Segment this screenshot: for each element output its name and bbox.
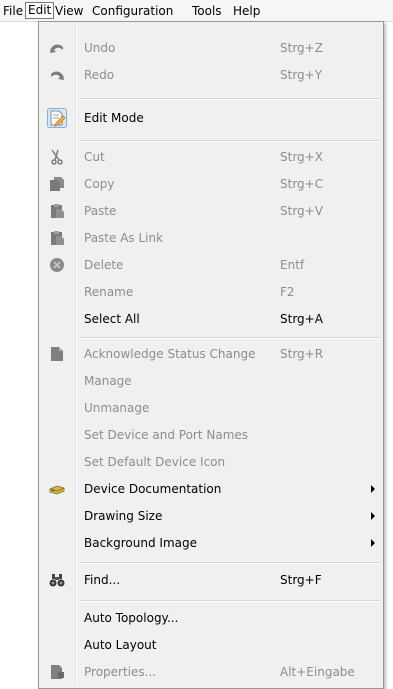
undo-label: Undo	[84, 41, 116, 55]
copy-icon	[49, 176, 65, 192]
separator	[80, 337, 380, 339]
properties-shortcut: Alt+Eingabe	[280, 665, 355, 679]
find-label: Find...	[84, 573, 121, 587]
cut-label: Cut	[84, 150, 105, 164]
delete-icon	[49, 257, 65, 273]
menu-item-device-documentation[interactable]: Device Documentation	[39, 478, 383, 500]
set-default-device-icon-label: Set Default Device Icon	[84, 455, 226, 469]
menu-tools[interactable]: Tools	[190, 3, 224, 19]
select-all-shortcut: Strg+A	[280, 312, 323, 326]
menu-item-edit-mode[interactable]: Edit Mode	[39, 107, 383, 129]
edit-menu-dropdown: Undo Strg+Z Redo Strg+Y Edit Mode Cut St…	[38, 21, 384, 689]
menu-view[interactable]: View	[53, 3, 85, 19]
manage-label: Manage	[84, 374, 132, 388]
redo-label: Redo	[84, 68, 115, 82]
edit-mode-label: Edit Mode	[84, 111, 144, 125]
menu-item-paste-as-link[interactable]: Paste As Link	[39, 227, 383, 249]
find-shortcut: Strg+F	[280, 573, 322, 587]
separator	[80, 98, 380, 100]
menu-item-delete[interactable]: Delete Entf	[39, 254, 383, 276]
paste-shortcut: Strg+V	[280, 204, 323, 218]
menu-item-redo[interactable]: Redo Strg+Y	[39, 64, 383, 86]
menu-file[interactable]: File	[1, 3, 25, 19]
menu-item-rename[interactable]: Rename F2	[39, 281, 383, 303]
redo-icon	[49, 67, 65, 83]
copy-shortcut: Strg+C	[280, 177, 324, 191]
properties-icon	[49, 664, 65, 680]
set-device-port-names-label: Set Device and Port Names	[84, 428, 249, 442]
select-all-label: Select All	[84, 312, 140, 326]
menu-item-auto-topology[interactable]: Auto Topology...	[39, 607, 383, 629]
menu-help[interactable]: Help	[231, 3, 262, 19]
redo-shortcut: Strg+Y	[280, 68, 323, 82]
menu-bar: File Edit View Configuration Tools Help	[0, 0, 393, 22]
rename-label: Rename	[84, 285, 134, 299]
menu-item-acknowledge-status-change[interactable]: Acknowledge Status Change Strg+R	[39, 343, 383, 365]
menu-item-manage[interactable]: Manage	[39, 370, 383, 392]
menu-item-auto-layout[interactable]: Auto Layout	[39, 634, 383, 656]
menu-item-background-image[interactable]: Background Image	[39, 532, 383, 554]
acknowledge-icon	[49, 346, 65, 362]
acknowledge-shortcut: Strg+R	[280, 347, 324, 361]
menu-item-find[interactable]: Find... Strg+F	[39, 569, 383, 591]
paste-as-link-label: Paste As Link	[84, 231, 164, 245]
menu-item-undo[interactable]: Undo Strg+Z	[39, 37, 383, 59]
submenu-arrow-icon	[371, 539, 375, 547]
menu-item-cut[interactable]: Cut Strg+X	[39, 146, 383, 168]
separator	[80, 600, 380, 602]
paste-label: Paste	[84, 204, 117, 218]
background-image-label: Background Image	[84, 536, 197, 550]
menu-item-set-default-device-icon[interactable]: Set Default Device Icon	[39, 451, 383, 473]
cut-shortcut: Strg+X	[280, 150, 323, 164]
properties-label: Properties...	[84, 665, 157, 679]
rename-shortcut: F2	[280, 285, 295, 299]
paste-link-icon	[49, 230, 65, 246]
copy-label: Copy	[84, 177, 115, 191]
submenu-arrow-icon	[371, 512, 375, 520]
auto-layout-label: Auto Layout	[84, 638, 157, 652]
separator	[80, 562, 380, 564]
delete-shortcut: Entf	[280, 258, 305, 272]
undo-icon	[49, 40, 65, 56]
menu-item-drawing-size[interactable]: Drawing Size	[39, 505, 383, 527]
device-documentation-label: Device Documentation	[84, 482, 222, 496]
menu-configuration[interactable]: Configuration	[90, 3, 175, 19]
menu-item-properties[interactable]: Properties... Alt+Eingabe	[39, 661, 383, 683]
binoculars-icon	[49, 572, 65, 588]
acknowledge-label: Acknowledge Status Change	[84, 347, 256, 361]
menu-item-unmanage[interactable]: Unmanage	[39, 397, 383, 419]
menu-item-set-device-port-names[interactable]: Set Device and Port Names	[39, 424, 383, 446]
edit-mode-icon	[47, 108, 67, 128]
undo-shortcut: Strg+Z	[280, 41, 323, 55]
auto-topology-label: Auto Topology...	[84, 611, 179, 625]
drawing-size-label: Drawing Size	[84, 509, 163, 523]
delete-label: Delete	[84, 258, 124, 272]
menu-item-paste[interactable]: Paste Strg+V	[39, 200, 383, 222]
menu-item-copy[interactable]: Copy Strg+C	[39, 173, 383, 195]
submenu-arrow-icon	[371, 485, 375, 493]
unmanage-label: Unmanage	[84, 401, 150, 415]
scissors-icon	[49, 149, 65, 165]
menu-edit[interactable]: Edit	[25, 2, 55, 19]
paste-icon	[49, 203, 65, 219]
menu-item-select-all[interactable]: Select All Strg+A	[39, 308, 383, 330]
device-documentation-icon	[49, 481, 65, 497]
separator	[80, 140, 380, 142]
